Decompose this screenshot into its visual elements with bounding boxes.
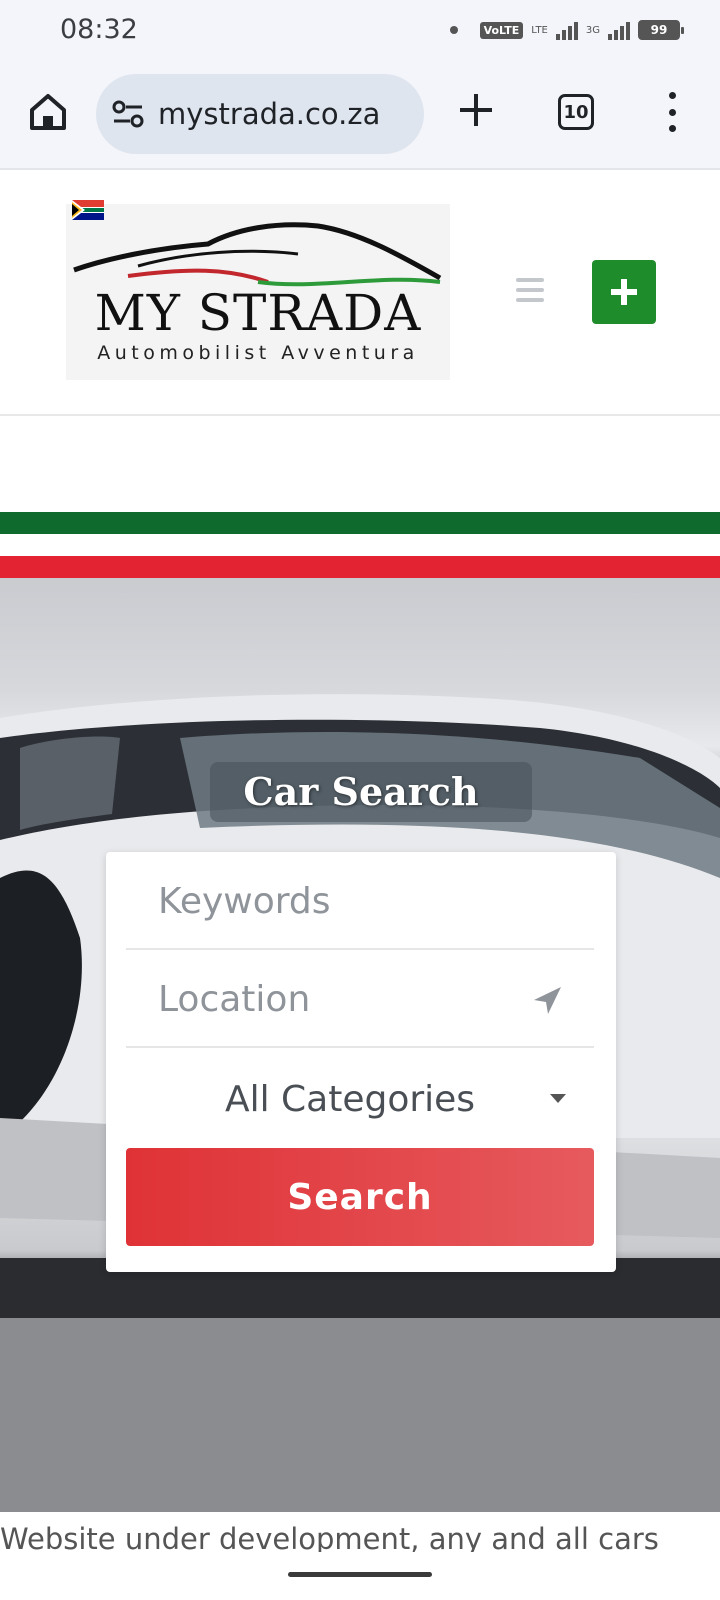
lte-label: LTE <box>531 24 548 36</box>
category-select-value[interactable]: All Categories <box>225 1079 475 1120</box>
search-card: All Categories Search <box>106 852 616 1272</box>
add-listing-button[interactable] <box>592 260 656 324</box>
development-notice: Website under development, any and all c… <box>0 1512 720 1552</box>
gesture-area <box>0 1552 720 1600</box>
hero-title: Car Search <box>243 769 479 814</box>
keywords-input[interactable] <box>126 854 594 948</box>
status-icons: VoLTE LTE 3G 99 <box>449 16 684 44</box>
notification-dot-icon <box>449 26 458 34</box>
status-bar: 08:32 VoLTE LTE 3G 99 <box>0 0 720 62</box>
status-time: 08:32 <box>60 14 138 45</box>
location-field[interactable] <box>126 952 594 1048</box>
battery-icon: 99 <box>638 20 684 40</box>
plus-icon <box>611 279 637 305</box>
new-tab-icon[interactable] <box>456 90 496 130</box>
gesture-handle[interactable] <box>288 1572 432 1577</box>
green-stripe <box>0 512 720 534</box>
address-bar[interactable]: mystrada.co.za <box>96 74 424 154</box>
overflow-menu-icon[interactable] <box>664 92 680 132</box>
site-settings-icon[interactable] <box>112 100 144 128</box>
location-arrow-icon[interactable] <box>530 984 564 1018</box>
chevron-down-icon[interactable] <box>550 1094 566 1103</box>
volte-icon: VoLTE <box>479 21 524 39</box>
logo-title: MY STRADA <box>94 284 422 342</box>
red-stripe <box>0 556 720 578</box>
signal-3g-icon <box>608 20 630 40</box>
3g-label: 3G <box>585 24 600 36</box>
south-africa-flag-icon <box>72 200 104 220</box>
hero-banner: Car Search All Categories Search <box>0 578 720 1512</box>
home-icon[interactable] <box>26 90 70 134</box>
browser-toolbar: mystrada.co.za 10 <box>0 62 720 170</box>
notice-text: Website under development, any and all c… <box>0 1522 659 1552</box>
hamburger-menu-icon[interactable] <box>516 278 544 302</box>
tab-switcher-button[interactable]: 10 <box>558 94 594 130</box>
search-button[interactable]: Search <box>126 1148 594 1246</box>
location-input[interactable] <box>126 952 594 1046</box>
url-text[interactable]: mystrada.co.za <box>158 97 380 131</box>
category-select[interactable]: All Categories <box>126 1052 594 1146</box>
keywords-field[interactable] <box>126 854 594 950</box>
site-header: MY STRADA Automobilist Avventura <box>0 170 720 416</box>
logo-tagline: Automobilist Avventura <box>97 342 419 364</box>
site-logo[interactable]: MY STRADA Automobilist Avventura <box>66 204 450 380</box>
signal-lte-icon <box>555 20 578 40</box>
